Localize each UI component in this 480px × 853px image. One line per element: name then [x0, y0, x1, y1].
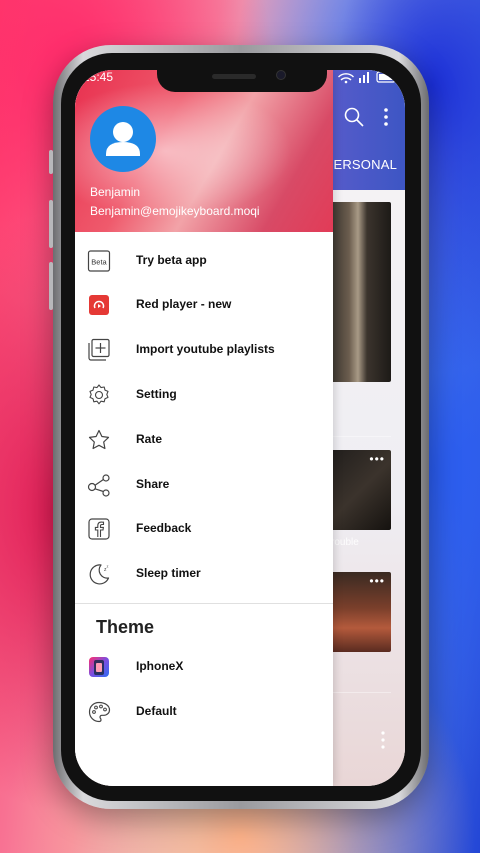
gear-icon — [89, 384, 109, 405]
divider — [75, 603, 333, 604]
menu-label: Import youtube playlists — [136, 342, 275, 356]
video-thumbnail[interactable]: ••• — [331, 572, 391, 652]
menu-label: Setting — [136, 387, 177, 401]
list-divider — [333, 436, 391, 437]
svg-text:z: z — [107, 564, 109, 569]
more-options-icon[interactable] — [381, 106, 391, 128]
menu-label: Rate — [136, 432, 163, 446]
status-icons — [338, 71, 396, 84]
volume-down-button — [49, 262, 53, 310]
status-time: 15:45 — [83, 70, 114, 84]
menu-label: Sleep timer — [136, 566, 201, 580]
search-icon[interactable] — [343, 106, 365, 128]
more-options-icon[interactable]: ••• — [369, 452, 385, 466]
speaker-grille — [212, 74, 256, 79]
tab-personal[interactable]: PERSONAL — [325, 157, 397, 172]
menu-item-sleep-timer[interactable]: z z Sleep timer — [75, 552, 333, 596]
menu-item-rate[interactable]: Rate — [75, 418, 333, 462]
menu-item-feedback[interactable]: Feedback — [75, 507, 333, 551]
user-name: Benjamin — [90, 185, 141, 199]
star-icon — [88, 429, 110, 450]
video-thumbnail[interactable] — [331, 202, 391, 382]
user-email: Benjamin@emojikeyboard.moqi — [90, 204, 260, 218]
menu-label: IphoneX — [136, 659, 184, 673]
menu-item-import-playlists[interactable]: Import youtube playlists — [75, 328, 333, 372]
menu-label: Red player - new — [136, 297, 232, 311]
menu-item-setting[interactable]: Setting — [75, 373, 333, 417]
beta-icon: Beta — [87, 250, 111, 272]
side-button — [49, 150, 53, 174]
facebook-icon — [88, 518, 110, 540]
menu-label: Try beta app — [136, 253, 207, 267]
theme-item-iphonex[interactable]: IphoneX — [75, 645, 333, 689]
phone-screen: PERSONAL ••• rouble ••• 15:45 Benjamin B… — [75, 70, 405, 786]
moon-icon: z z — [89, 564, 110, 585]
share-icon — [87, 474, 110, 497]
list-divider — [333, 692, 391, 693]
front-camera — [276, 70, 286, 80]
menu-label: Feedback — [136, 521, 192, 535]
menu-item-try-beta[interactable]: Beta Try beta app — [75, 239, 333, 283]
more-options-icon[interactable] — [381, 730, 385, 750]
user-icon — [106, 122, 140, 156]
menu-item-share[interactable]: Share — [75, 463, 333, 507]
iphonex-theme-icon — [89, 657, 109, 677]
video-thumbnail[interactable]: ••• — [331, 450, 391, 530]
navigation-drawer: 15:45 Benjamin Benjamin@emojikeyboard.mo… — [75, 70, 333, 786]
menu-item-red-player[interactable]: Red player - new — [75, 283, 333, 327]
theme-section-title: Theme — [96, 617, 155, 637]
menu-label: Share — [136, 477, 170, 491]
drawer-header: 15:45 Benjamin Benjamin@emojikeyboard.mo… — [75, 70, 333, 232]
palette-icon — [88, 701, 111, 723]
menu-label: Default — [136, 704, 177, 718]
video-title: rouble — [331, 537, 359, 548]
volume-up-button — [49, 200, 53, 248]
red-player-icon — [89, 295, 109, 315]
avatar[interactable] — [90, 106, 156, 172]
theme-item-default[interactable]: Default — [75, 690, 333, 734]
add-playlist-icon — [88, 338, 110, 361]
more-options-icon[interactable]: ••• — [369, 574, 385, 588]
svg-text:Beta: Beta — [91, 258, 107, 267]
